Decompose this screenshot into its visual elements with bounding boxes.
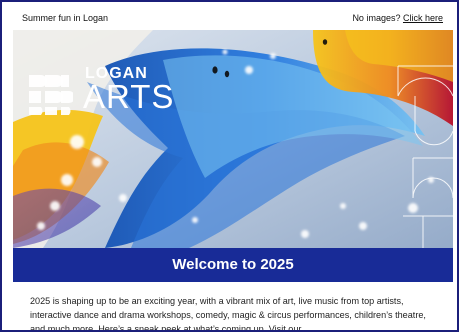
hero-banner: LOGAN ARTS: [13, 30, 453, 248]
preheader-right: No images? Click here: [352, 13, 443, 23]
logan-arts-logo: LOGAN ARTS: [25, 66, 195, 118]
click-here-link[interactable]: Click here: [403, 13, 443, 23]
preheader-bar: Summer fun in Logan No images? Click her…: [2, 2, 457, 30]
welcome-title: Welcome to 2025: [172, 256, 294, 273]
hero-artwork: [13, 30, 453, 248]
logo-main-word: ARTS: [83, 78, 175, 115]
email-frame: Summer fun in Logan No images? Click her…: [0, 0, 459, 332]
preheader-text: Summer fun in Logan: [22, 13, 109, 23]
welcome-title-bar: Welcome to 2025: [13, 248, 453, 282]
logan-arts-mark-icon: [29, 75, 73, 115]
intro-paragraph: 2025 is shaping up to be an exciting yea…: [30, 296, 426, 332]
no-images-text: No images?: [352, 13, 401, 23]
